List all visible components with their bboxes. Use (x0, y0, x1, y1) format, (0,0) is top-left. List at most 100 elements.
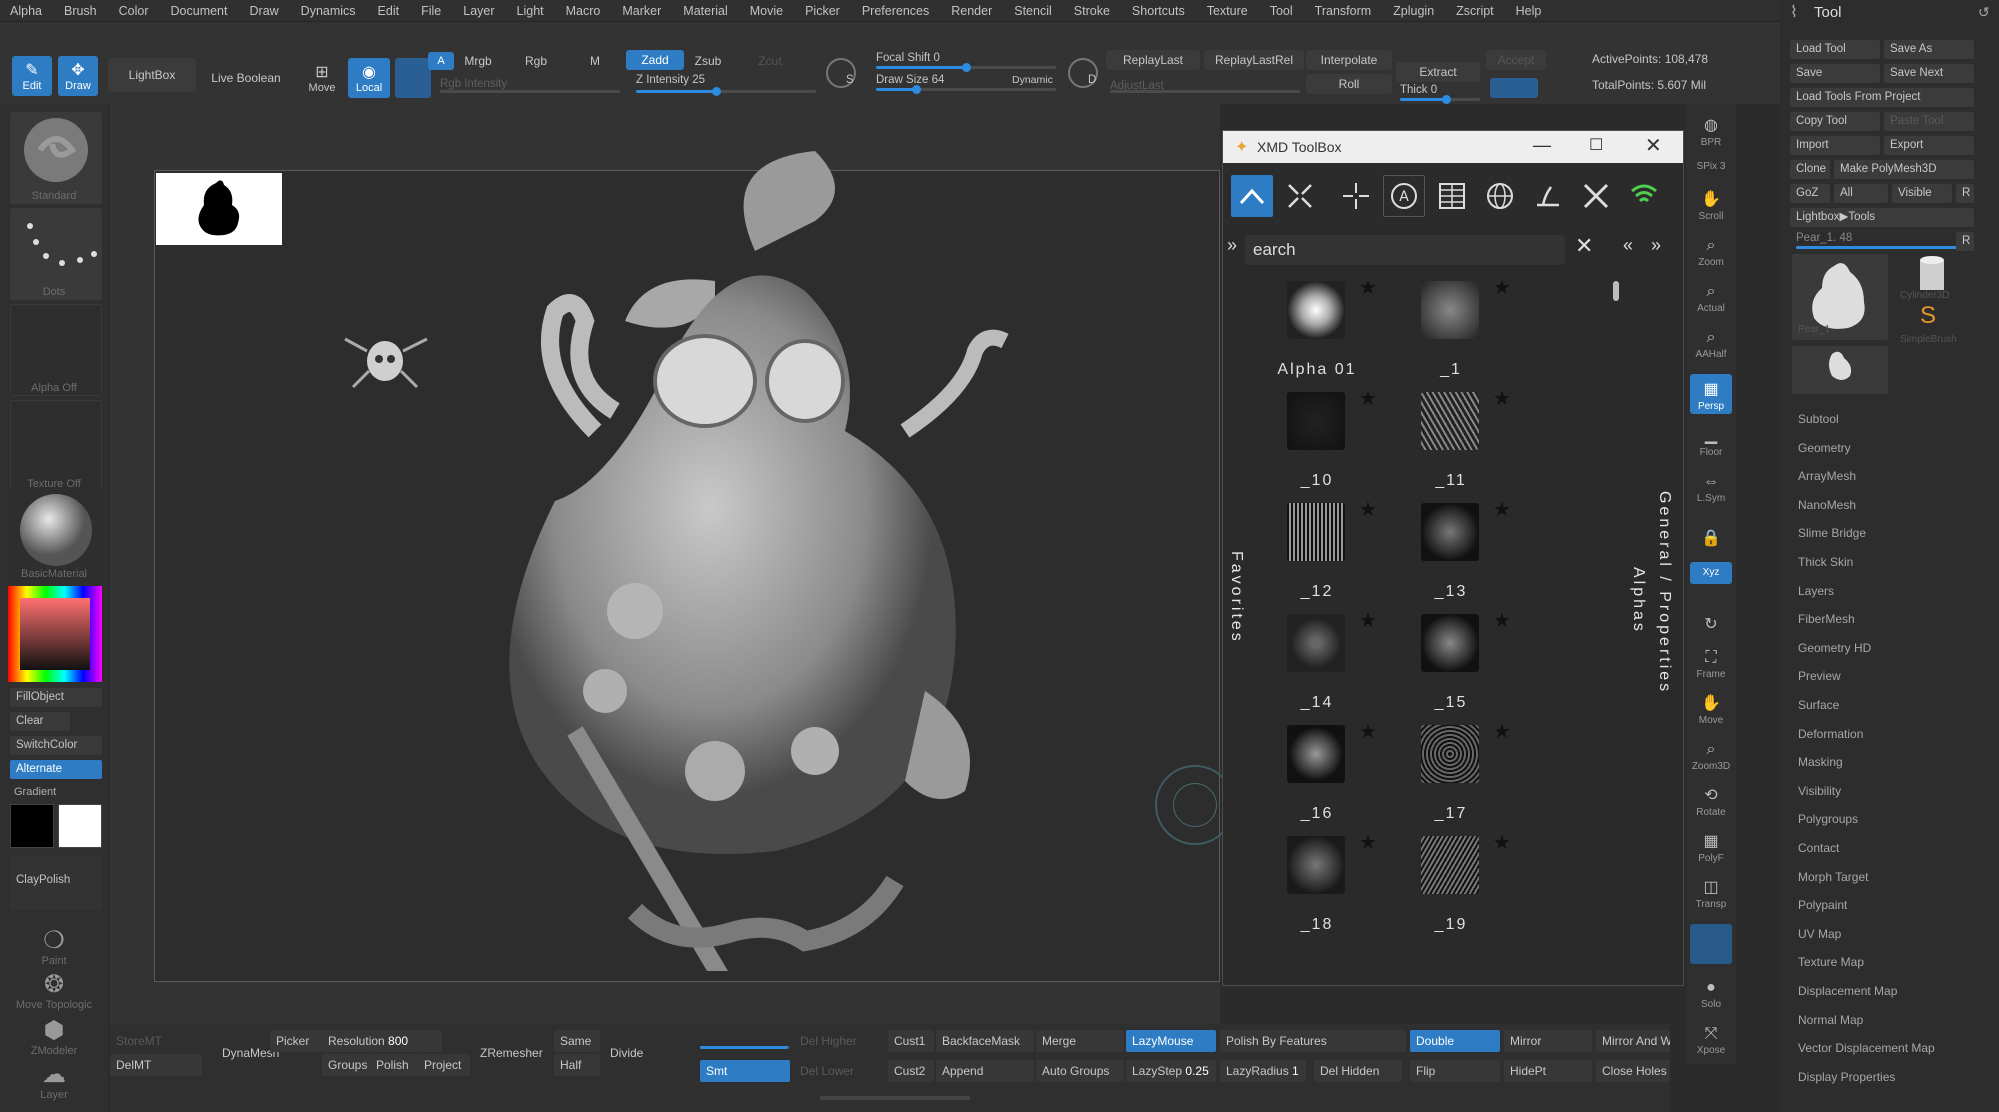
import-button[interactable]: Import (1790, 136, 1880, 155)
resolution-slider[interactable]: Resolution 800 (322, 1030, 442, 1052)
favorite-star-icon[interactable]: ★ (1359, 497, 1377, 522)
expand-left-icon[interactable]: » (1227, 235, 1237, 256)
clear-button[interactable]: Clear (10, 712, 70, 731)
favorite-star-icon[interactable]: ★ (1493, 830, 1511, 855)
alpha-thumbnail[interactable] (1287, 725, 1345, 783)
document-canvas[interactable] (154, 151, 1235, 982)
shrink-arrows-icon[interactable] (1279, 175, 1321, 217)
xmd-scrollbar[interactable] (1613, 281, 1619, 301)
zadd-button[interactable]: Zadd (626, 50, 684, 70)
del-lower-button[interactable]: Del Lower (794, 1060, 884, 1082)
favorite-star-icon[interactable]: ★ (1493, 608, 1511, 633)
tool-section-layers[interactable]: Layers (1798, 584, 1834, 598)
color-square[interactable] (20, 598, 90, 670)
rgb-button[interactable]: Rgb (518, 52, 554, 70)
alpha-item[interactable]: ★ _12 (1263, 499, 1393, 613)
alpha-thumbnail[interactable] (1287, 614, 1345, 672)
move-view-button[interactable]: ✋ Move (1690, 688, 1732, 728)
tool-section-vector-displacement-map[interactable]: Vector Displacement Map (1798, 1041, 1935, 1055)
tool-section-contact[interactable]: Contact (1798, 841, 1839, 855)
zoom-button[interactable]: ⌕ Zoom (1690, 230, 1732, 270)
storemt-button[interactable]: StoreMT (110, 1030, 202, 1052)
merge-button[interactable]: Merge (1036, 1030, 1124, 1052)
alpha-item[interactable]: ★ _17 (1397, 721, 1527, 835)
zsub-button[interactable]: Zsub (688, 52, 728, 70)
polyf-button[interactable]: ▦ PolyF (1690, 826, 1732, 866)
favorites-side-tab[interactable]: Favorites (1227, 551, 1245, 644)
menu-file[interactable]: File (421, 4, 441, 18)
xmd-search-input[interactable]: earch (1245, 235, 1565, 265)
lightbox-button[interactable]: LightBox (108, 58, 196, 92)
lazymouse-button[interactable]: LazyMouse (1126, 1030, 1216, 1052)
alpha-item[interactable]: ★ Alpha 01 (1263, 281, 1393, 391)
favorite-star-icon[interactable]: ★ (1359, 608, 1377, 633)
tool-section-masking[interactable]: Masking (1798, 755, 1843, 769)
xpose-button[interactable]: ⤧ Xpose (1690, 1018, 1732, 1058)
clay-polish-button[interactable]: ClayPolish (10, 856, 102, 910)
thick-slider[interactable] (1400, 95, 1480, 104)
scroll-button[interactable]: ✋ Scroll (1690, 184, 1732, 224)
fill-object-button[interactable]: FillObject (10, 688, 102, 707)
tool-section-subtool[interactable]: Subtool (1798, 412, 1839, 426)
smt-button[interactable]: Smt (700, 1060, 790, 1082)
alpha-thumbnail[interactable] (1421, 503, 1479, 561)
menu-material[interactable]: Material (683, 4, 727, 18)
home-up-icon[interactable] (1231, 175, 1273, 217)
favorite-star-icon[interactable]: ★ (1359, 281, 1377, 300)
replay-last-button[interactable]: ReplayLast (1106, 50, 1200, 70)
menu-light[interactable]: Light (517, 4, 544, 18)
tool-section-texture-map[interactable]: Texture Map (1798, 955, 1864, 969)
menu-stencil[interactable]: Stencil (1014, 4, 1052, 18)
alpha-thumbnail[interactable] (1287, 392, 1345, 450)
alpha-item[interactable]: ★ _15 (1397, 610, 1527, 724)
flip-button[interactable]: Flip (1410, 1060, 1500, 1082)
zcut-button[interactable]: Zcut (750, 52, 790, 70)
mirror-and-weld-button[interactable]: Mirror And Weld (1596, 1030, 1670, 1052)
wifi-green-icon[interactable] (1623, 175, 1665, 217)
load-tool-button[interactable]: Load Tool (1790, 40, 1880, 59)
current-tool-slider[interactable] (1796, 246, 1966, 249)
favorite-star-icon[interactable]: ★ (1359, 386, 1377, 411)
z-intensity-slider[interactable] (636, 87, 816, 96)
focal-shift-slider[interactable] (876, 63, 1056, 72)
edit-button[interactable]: ✎ Edit (12, 56, 52, 96)
xpose-local-button[interactable] (395, 58, 431, 98)
menu-draw[interactable]: Draw (250, 4, 279, 18)
tool-section-thick-skin[interactable]: Thick Skin (1798, 555, 1853, 569)
auto-groups-button[interactable]: Auto Groups (1036, 1060, 1124, 1082)
menu-document[interactable]: Document (171, 4, 228, 18)
lock-button[interactable]: 🔒 (1690, 512, 1732, 552)
tool-section-polypaint[interactable]: Polypaint (1798, 898, 1847, 912)
dynamic-toggle[interactable]: Dynamic (1012, 74, 1053, 86)
copy-tool-button[interactable]: Copy Tool (1790, 112, 1880, 131)
backface-mask-button[interactable]: BackfaceMask (936, 1030, 1034, 1052)
save-as-button[interactable]: Save As (1884, 40, 1974, 59)
make-polymesh-button[interactable]: Make PolyMesh3D (1834, 160, 1974, 179)
zmodeler-item[interactable]: ⬢ ZModeler (0, 1016, 108, 1057)
alpha-thumbnail[interactable] (1421, 614, 1479, 672)
menu-macro[interactable]: Macro (566, 4, 601, 18)
spix-control[interactable]: SPix 3 (1690, 154, 1732, 174)
minimize-icon[interactable]: — (1533, 135, 1551, 156)
tool-section-arraymesh[interactable]: ArrayMesh (1798, 469, 1856, 483)
zremesher-button[interactable]: ZRemesher (474, 1042, 566, 1064)
append-button[interactable]: Append (936, 1060, 1034, 1082)
persp-button[interactable]: ▦ Persp (1690, 374, 1732, 414)
clear-search-icon[interactable]: ✕ (1575, 233, 1593, 259)
rotate-button[interactable]: ⟲ Rotate (1690, 780, 1732, 820)
polish-button[interactable]: Polish (370, 1054, 418, 1076)
menu-shortcuts[interactable]: Shortcuts (1132, 4, 1185, 18)
alpha-item[interactable]: ★ _13 (1397, 499, 1527, 613)
tool-section-geometry[interactable]: Geometry (1798, 441, 1851, 455)
maximize-icon[interactable]: ☐ (1589, 135, 1603, 155)
menu-alpha[interactable]: Alpha (10, 4, 42, 18)
actual-button[interactable]: ⌕ Actual (1690, 276, 1732, 316)
collapse-left-icon[interactable]: « (1623, 235, 1633, 256)
menu-help[interactable]: Help (1516, 4, 1542, 18)
del-hidden-button[interactable]: Del Hidden (1314, 1060, 1402, 1082)
globe-icon[interactable] (1479, 175, 1521, 217)
alpha-item[interactable]: ★ _1 (1397, 281, 1527, 391)
reset-palette-icon[interactable]: ↺ (1978, 4, 1990, 21)
bottom-tray-handle[interactable] (820, 1096, 970, 1100)
paint-item[interactable]: ❍ Paint (0, 926, 108, 967)
